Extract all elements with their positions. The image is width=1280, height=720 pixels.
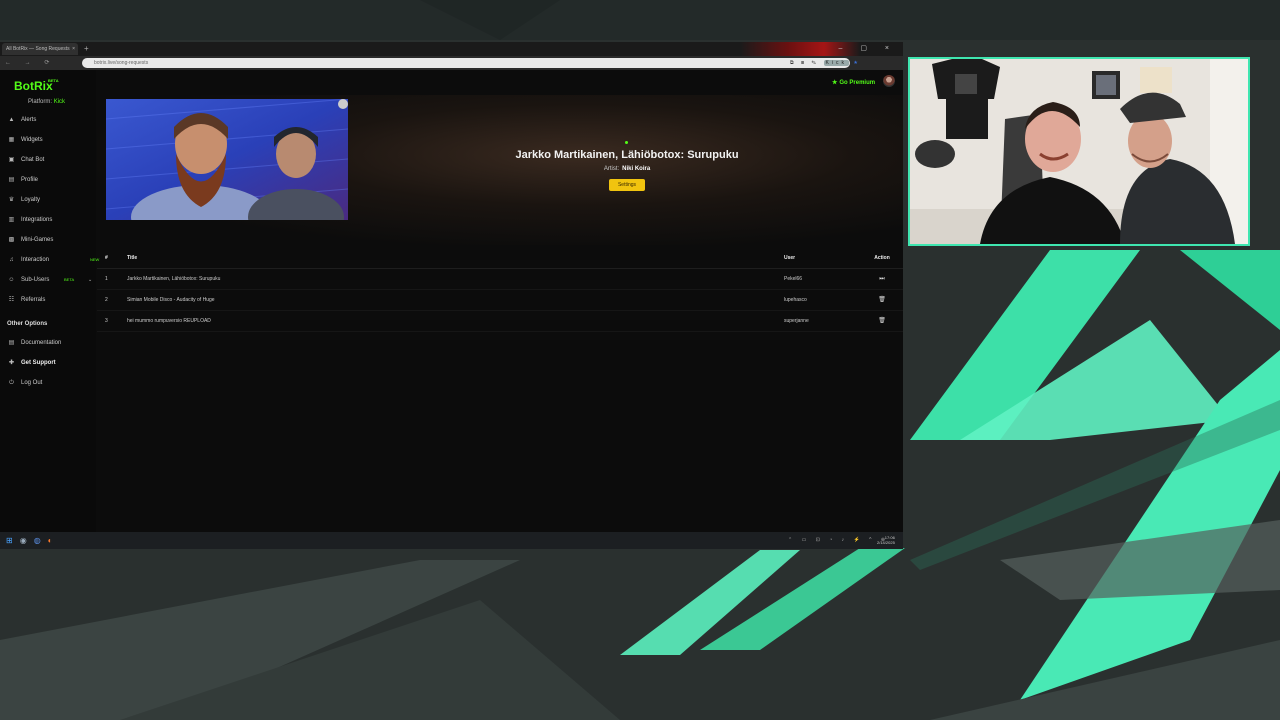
- column-header: #: [105, 255, 108, 261]
- column-header: Action: [874, 255, 890, 261]
- sidebar-item-referrals[interactable]: ☷ Referrals: [8, 294, 94, 306]
- referrals-icon: ☷: [8, 297, 15, 303]
- alert-icon: ▲: [8, 117, 15, 123]
- artist-name: Niki Koira: [622, 166, 651, 172]
- new-tab-button[interactable]: +: [84, 43, 89, 55]
- table-row: 3 hei mummo rumpuversio REUPLOAD superja…: [97, 311, 903, 332]
- tab-title: All BotRix — Song Requests: [6, 46, 70, 52]
- sidebar: BotRix BETA Platform: Kick ▲ Alerts ▦ Widge…: [0, 70, 99, 532]
- user-avatar[interactable]: [883, 75, 895, 87]
- nav-buttons[interactable]: ← → ⟳: [5, 56, 55, 70]
- botrix-logo[interactable]: BotRix BETA: [14, 78, 59, 93]
- windows-taskbar: ⊞◉◍◐ ⌃ ▭ ⊡ ◔ ♪ ⚡ ^ ⊕ 17:06 2/14/2025: [0, 532, 903, 549]
- other-options-heading: Other Options: [7, 321, 48, 327]
- table-row: 1 Jarkko Martikainen, Lähiöbotox: Surupu…: [97, 269, 903, 290]
- sidebar-item-profile[interactable]: ▤ Profile: [8, 174, 94, 186]
- widgets-icon: ▦: [8, 137, 15, 143]
- taskbar-icons: ⊞◉◍◐: [6, 532, 60, 549]
- video-thumbnail[interactable]: [106, 99, 348, 220]
- chat-bot-icon: ▣: [8, 157, 15, 163]
- table-header: # Title User Action: [97, 248, 903, 269]
- logout-icon: ⏻: [9, 380, 14, 386]
- beta-tag: BETA: [48, 78, 59, 83]
- address-bar[interactable]: botrix.live/song-requests: [82, 58, 850, 68]
- sidebar-item-mini-games[interactable]: ▩ Mini-Games: [8, 234, 94, 246]
- sidebar-item-integrations[interactable]: ▥ Integrations: [8, 214, 94, 226]
- extension-icons[interactable]: ⧉ ⊞ ✎ Kick ★: [790, 58, 861, 68]
- sidebar-item-widgets[interactable]: ▦ Widgets: [8, 134, 94, 146]
- toolbar: ← → ⟳ botrix.live/song-requests ⧉ ⊞ ✎ Ki…: [0, 56, 903, 70]
- chevron-down-icon[interactable]: ⌄: [88, 274, 92, 286]
- sidebar-item-alerts[interactable]: ▲ Alerts: [8, 114, 94, 126]
- kick-extension-chip[interactable]: Kick: [823, 60, 849, 66]
- sidebar-item-sub-users[interactable]: ☺ Sub-Users BETA ⌄: [8, 274, 94, 286]
- sidebar-item-log-out[interactable]: ⏻ Log Out: [8, 377, 94, 389]
- extension-icon[interactable]: ⧉: [790, 60, 797, 66]
- sidebar-item-get-support[interactable]: ✚ Get Support: [8, 357, 94, 369]
- close-tab-icon[interactable]: ×: [72, 43, 75, 55]
- now-playing-panel: Jarkko Martikainen, Lähiöbotox: Surupuku…: [97, 95, 903, 245]
- start-menu-icon[interactable]: ⊞: [6, 536, 20, 545]
- users-icon: ☺: [8, 277, 15, 283]
- sidebar-item-documentation[interactable]: ▤ Documentation: [8, 337, 94, 349]
- table-row: 2 Simian Mobile Disco - Audacity of Huge…: [97, 290, 903, 311]
- browser-window: All BotRix — Song Requests × + – ▢ × ← →…: [0, 42, 903, 532]
- go-premium-link[interactable]: ★ Go Premium: [832, 79, 875, 86]
- browser-tab[interactable]: All BotRix — Song Requests ×: [2, 43, 78, 55]
- browser-icon[interactable]: ◍: [34, 536, 48, 545]
- platform-value: Kick: [53, 99, 66, 105]
- extension-icon[interactable]: ⊞: [801, 60, 807, 66]
- app-icon[interactable]: ◉: [20, 536, 34, 545]
- support-icon: ✚: [8, 360, 15, 366]
- sidebar-item-loyalty[interactable]: ♛ Loyalty: [8, 194, 94, 206]
- sidebar-item-chat-bot[interactable]: ▣ Chat Bot: [8, 154, 94, 166]
- window-controls[interactable]: – ▢ ×: [839, 42, 897, 56]
- trash-icon[interactable]: 🗑: [872, 290, 892, 310]
- sidebar-item-interaction[interactable]: ♫ Interaction NEW: [8, 254, 99, 266]
- platform-indicator: Platform: Kick: [28, 99, 66, 105]
- beta-badge: BETA: [64, 277, 75, 282]
- music-note-icon: ♫: [9, 257, 14, 263]
- clock[interactable]: 17:06 2/14/2025: [877, 535, 895, 545]
- extension-icon[interactable]: ✎: [812, 60, 820, 66]
- firefox-icon[interactable]: ◐: [48, 536, 60, 545]
- botrix-app: BotRix BETA Platform: Kick ▲ Alerts ▦ Widge…: [0, 70, 903, 532]
- profile-icon: ▤: [8, 177, 15, 183]
- trophy-icon: ♛: [8, 197, 15, 203]
- song-queue-table: # Title User Action 1 Jarkko Martikainen…: [97, 248, 903, 332]
- column-header: Title: [127, 255, 138, 261]
- tab-strip: All BotRix — Song Requests × + – ▢ ×: [0, 42, 903, 56]
- trash-icon[interactable]: 🗑: [872, 311, 892, 331]
- system-tray[interactable]: ⌃ ▭ ⊡ ◔ ♪ ⚡ ^ ⊕: [788, 532, 889, 549]
- status-dot: [625, 141, 628, 144]
- artist-line: Artist: Niki Koira: [603, 166, 651, 172]
- webcam-overlay: [908, 57, 1250, 246]
- star-icon: ★: [832, 80, 838, 86]
- integrations-icon: ▥: [8, 217, 15, 223]
- skip-icon[interactable]: ⏭: [872, 269, 892, 289]
- column-header: User: [784, 255, 796, 261]
- document-icon: ▤: [8, 340, 15, 346]
- settings-button[interactable]: Settings: [609, 179, 645, 191]
- now-playing-title: Jarkko Martikainen, Lähiöbotox: Surupuku: [515, 149, 739, 161]
- bookmark-star-icon[interactable]: ★: [853, 60, 860, 66]
- games-icon: ▩: [8, 237, 15, 243]
